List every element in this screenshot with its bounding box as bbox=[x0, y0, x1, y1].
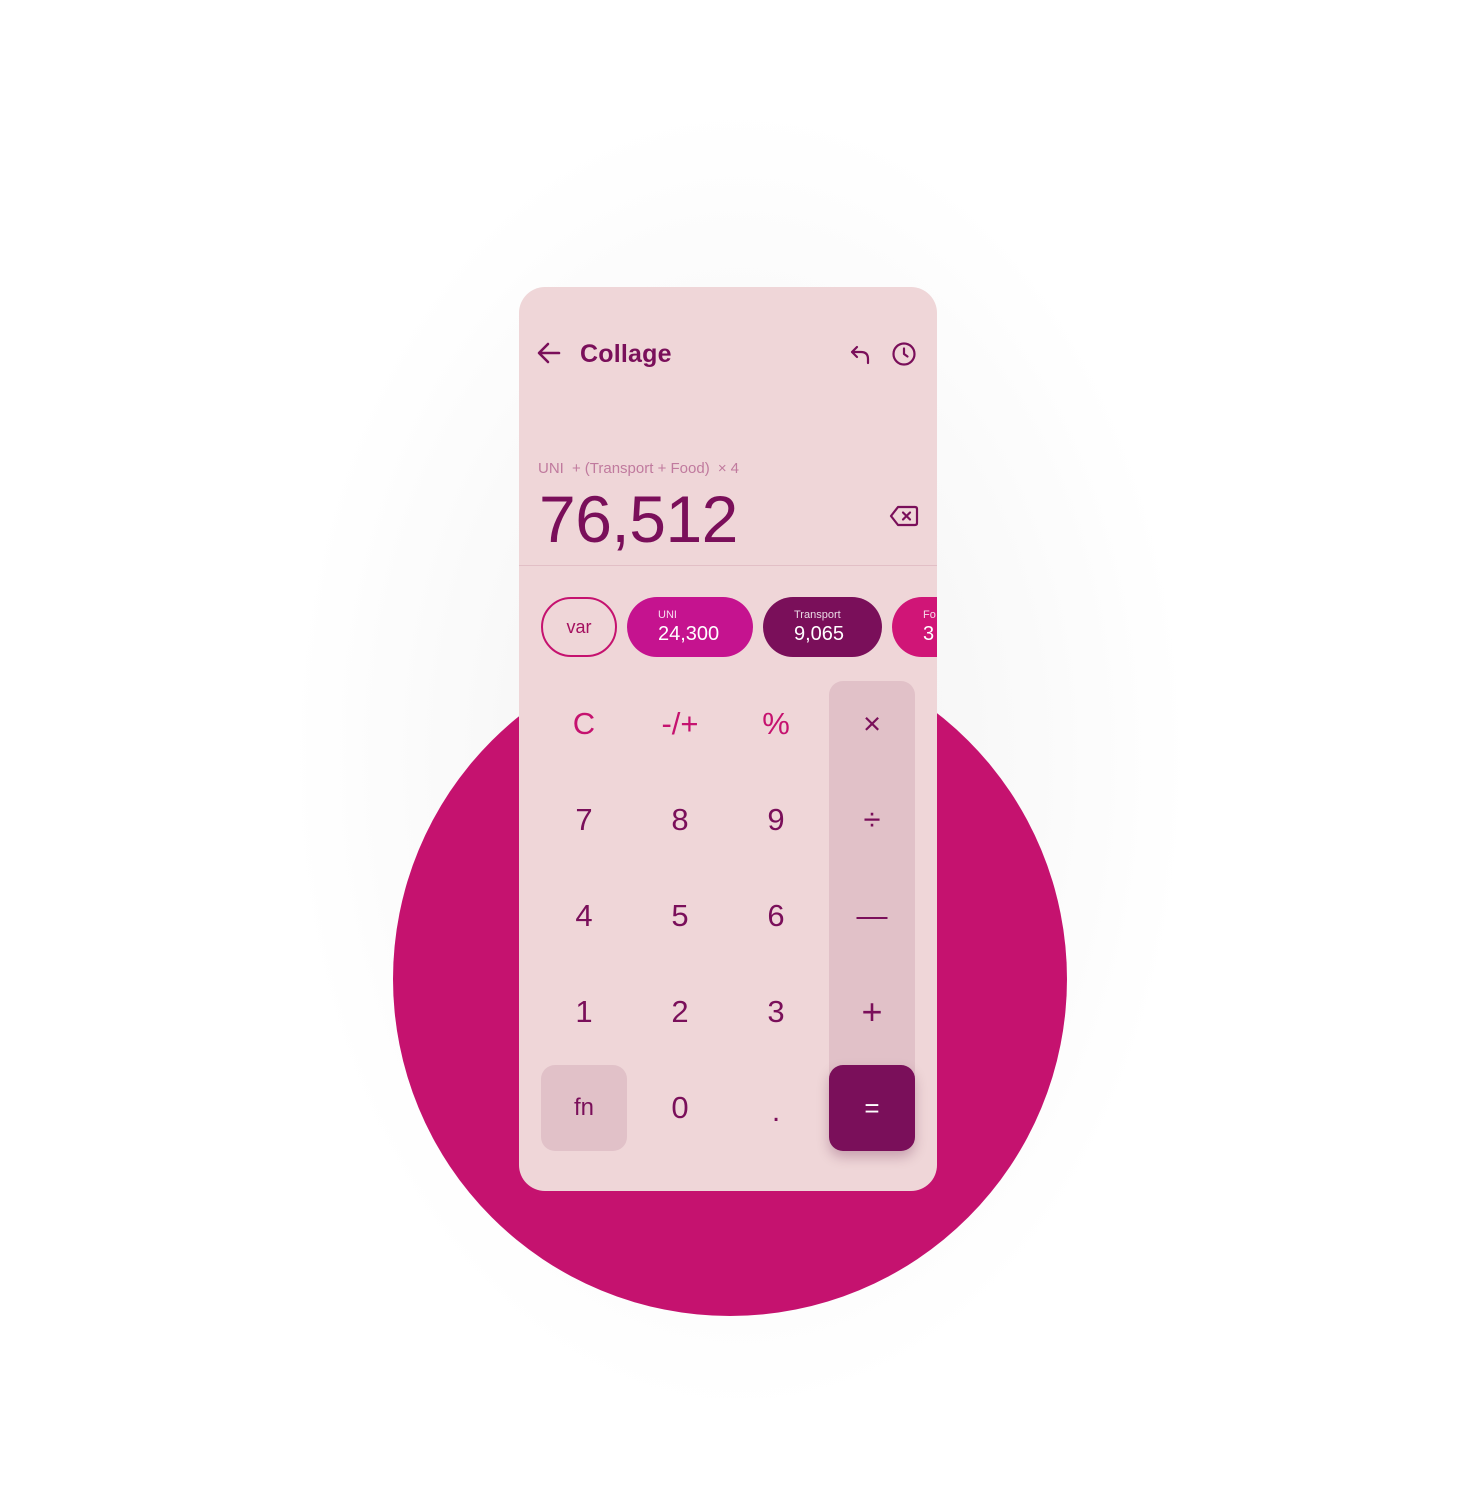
digit-3-button[interactable]: 3 bbox=[733, 969, 819, 1055]
undo-icon bbox=[848, 342, 872, 371]
decimal-button[interactable]: . bbox=[733, 1065, 819, 1151]
expression-var: UNI bbox=[538, 460, 564, 477]
calculator-screen: Collage UNI + (Transport + Food) × 4 76,51… bbox=[519, 287, 937, 1191]
chip-value: 24,300 bbox=[658, 623, 720, 645]
chip-value: 3 bbox=[923, 623, 935, 645]
undo-button[interactable] bbox=[845, 341, 875, 371]
expression-operator: × bbox=[717, 460, 727, 477]
expression-factor: 4 bbox=[730, 460, 739, 477]
page-title: Collage bbox=[580, 340, 672, 368]
digit-7-button[interactable]: 7 bbox=[541, 777, 627, 863]
digit-9-button[interactable]: 9 bbox=[733, 777, 819, 863]
divider bbox=[519, 565, 937, 566]
var-button[interactable]: var bbox=[541, 597, 617, 657]
variable-chip-transport[interactable]: Transport 9,065 bbox=[763, 597, 882, 657]
plus-button[interactable]: + bbox=[829, 969, 915, 1055]
chip-name: Fo bbox=[923, 609, 936, 621]
variable-chip-uni[interactable]: UNI 24,300 bbox=[627, 597, 753, 657]
chip-name: UNI bbox=[658, 609, 677, 621]
divide-button[interactable]: ÷ bbox=[829, 777, 915, 863]
digit-8-button[interactable]: 8 bbox=[637, 777, 723, 863]
minus-button[interactable]: — bbox=[829, 873, 915, 959]
chip-value: 9,065 bbox=[794, 623, 845, 645]
expression-group: (Transport + Food) bbox=[584, 460, 710, 477]
header: Collage bbox=[519, 325, 937, 387]
equals-button[interactable]: = bbox=[829, 1065, 915, 1151]
back-button[interactable] bbox=[533, 339, 565, 371]
variable-chip-food[interactable]: Fo 3 bbox=[892, 597, 937, 657]
digit-4-button[interactable]: 4 bbox=[541, 873, 627, 959]
negate-button[interactable]: -/+ bbox=[637, 681, 723, 767]
history-button[interactable] bbox=[889, 341, 919, 371]
digit-1-button[interactable]: 1 bbox=[541, 969, 627, 1055]
digit-5-button[interactable]: 5 bbox=[637, 873, 723, 959]
backspace-button[interactable] bbox=[887, 504, 921, 532]
chip-name: Transport bbox=[794, 609, 841, 621]
backspace-icon bbox=[889, 504, 919, 533]
fn-button[interactable]: fn bbox=[541, 1065, 627, 1151]
multiply-button[interactable]: × bbox=[829, 681, 915, 767]
result-value: 76,512 bbox=[539, 482, 738, 556]
digit-2-button[interactable]: 2 bbox=[637, 969, 723, 1055]
digit-0-button[interactable]: 0 bbox=[637, 1065, 723, 1151]
percent-button[interactable]: % bbox=[733, 681, 819, 767]
expression-line: UNI + (Transport + Food) × 4 bbox=[538, 460, 739, 477]
clear-button[interactable]: C bbox=[541, 681, 627, 767]
clock-icon bbox=[891, 341, 917, 372]
arrow-left-icon bbox=[535, 339, 563, 372]
digit-6-button[interactable]: 6 bbox=[733, 873, 819, 959]
expression-operator: + bbox=[572, 460, 581, 477]
